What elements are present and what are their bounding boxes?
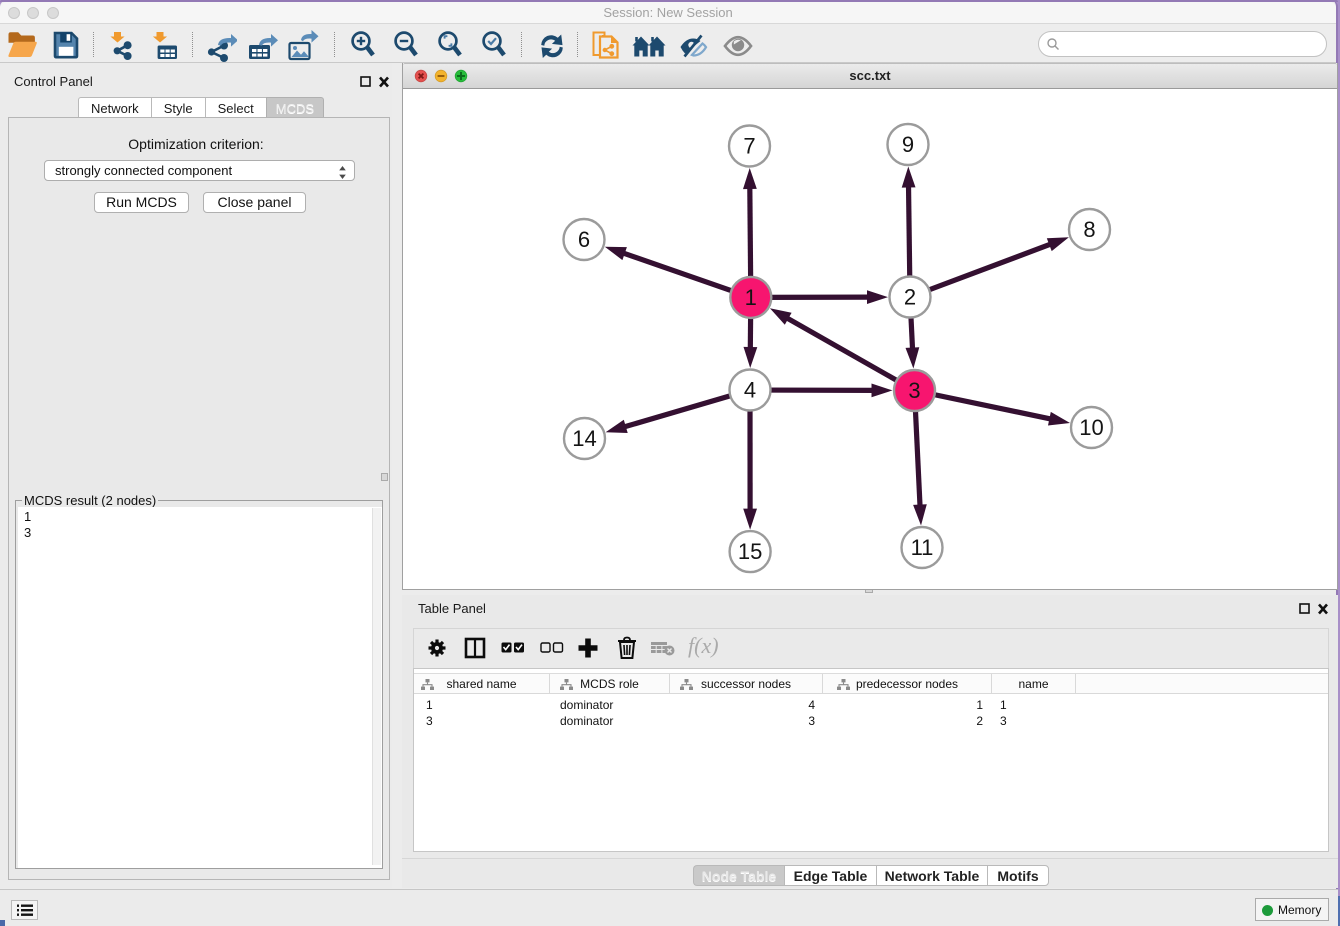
svg-text:6: 6 bbox=[578, 227, 590, 252]
svg-text:2: 2 bbox=[904, 285, 916, 310]
svg-text:1: 1 bbox=[745, 285, 757, 310]
svg-text:4: 4 bbox=[744, 378, 756, 403]
svg-text:8: 8 bbox=[1083, 217, 1095, 242]
svg-text:3: 3 bbox=[908, 378, 920, 403]
svg-text:9: 9 bbox=[902, 132, 914, 157]
svg-text:11: 11 bbox=[911, 535, 934, 560]
svg-text:15: 15 bbox=[738, 539, 762, 564]
svg-text:7: 7 bbox=[743, 134, 755, 159]
svg-text:10: 10 bbox=[1079, 415, 1103, 440]
svg-text:14: 14 bbox=[572, 426, 596, 451]
